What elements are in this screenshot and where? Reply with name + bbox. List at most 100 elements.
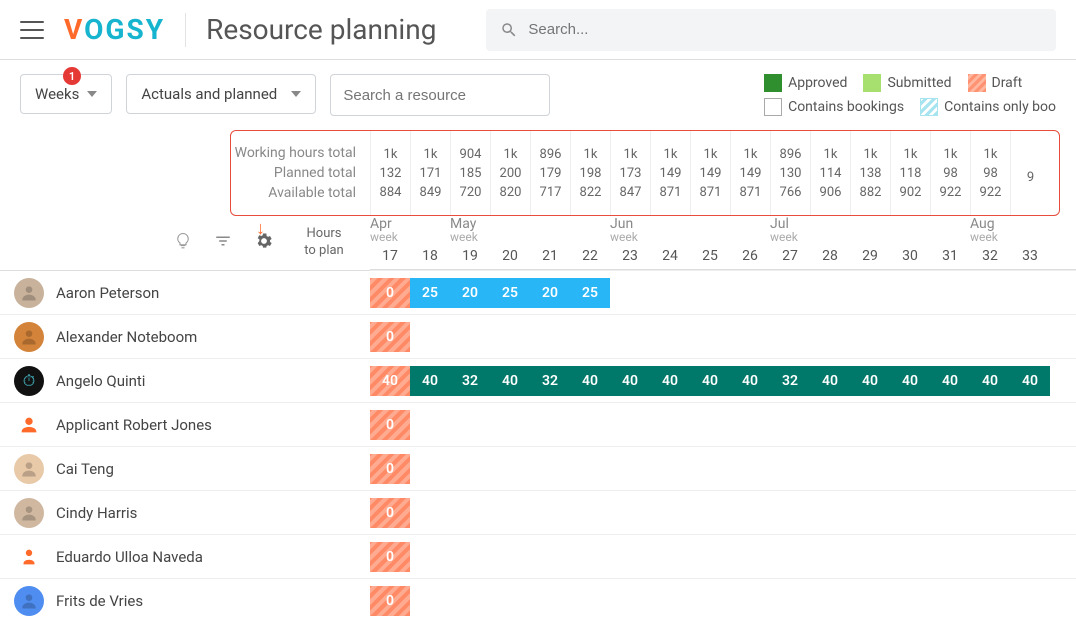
booking-cell[interactable]: 25 (410, 278, 450, 308)
week-sublabel: week (770, 230, 798, 244)
resource-row[interactable]: Cai Teng (0, 446, 370, 490)
bulb-icon[interactable] (174, 232, 192, 255)
booking-cell[interactable]: 40 (890, 366, 930, 396)
resource-row[interactable]: Cindy Harris (0, 490, 370, 534)
totals-column: 9 (1010, 130, 1050, 216)
resource-row[interactable]: Alexander Noteboom (0, 314, 370, 358)
hours-to-plan-cell[interactable]: 0 (370, 410, 410, 440)
working-hours-total-label: Working hours total (235, 145, 356, 161)
booking-cell[interactable]: 40 (930, 366, 970, 396)
totals-column: 1k98922 (970, 130, 1010, 216)
week-number: 28 (810, 242, 850, 269)
booking-cell[interactable]: 40 (610, 366, 650, 396)
week-number: 17 (370, 242, 410, 269)
resource-row[interactable]: Frits de Vries (0, 578, 370, 622)
booking-cell[interactable]: 40 (730, 366, 770, 396)
avatar (14, 278, 44, 308)
totals-column: 896130766 (770, 130, 810, 216)
avatar (14, 410, 44, 440)
resource-name: Cindy Harris (56, 504, 137, 522)
booking-cell[interactable]: 32 (770, 366, 810, 396)
hours-to-plan-cell[interactable]: 0 (370, 586, 410, 616)
resource-row[interactable]: ⏱Angelo Quinti (0, 358, 370, 402)
totals-column: 1k98922 (930, 130, 970, 216)
booking-cell[interactable]: 20 (530, 278, 570, 308)
totals-column: 1k138882 (850, 130, 890, 216)
hours-to-plan-cell[interactable]: 0 (370, 278, 410, 308)
available-total-label: Available total (268, 185, 356, 201)
global-search-input[interactable] (528, 21, 1042, 38)
booking-cell[interactable]: 20 (450, 278, 490, 308)
booking-cell[interactable]: 40 (1010, 366, 1050, 396)
hours-to-plan-cell[interactable]: 0 (370, 542, 410, 572)
booking-cell[interactable]: 40 (970, 366, 1010, 396)
weeks-dropdown[interactable]: 1 Weeks (20, 74, 112, 114)
avatar (14, 322, 44, 352)
totals-column: 1k171849 (410, 130, 450, 216)
avatar: ⏱ (14, 366, 44, 396)
global-search[interactable] (486, 9, 1056, 51)
booking-cell[interactable]: 40 (690, 366, 730, 396)
booking-cell[interactable]: 40 (850, 366, 890, 396)
filter-icon[interactable] (214, 232, 232, 255)
legend-submitted: Submitted (863, 74, 951, 92)
week-number: 19 (450, 242, 490, 269)
booking-cell[interactable]: 40 (570, 366, 610, 396)
week-number: 30 (890, 242, 930, 269)
resource-row[interactable]: Aaron Peterson (0, 270, 370, 314)
resource-data-row: 0 (370, 534, 1076, 578)
resource-search[interactable] (330, 74, 550, 116)
week-number: 20 (490, 242, 530, 269)
week-number: 27 (770, 242, 810, 269)
hours-to-plan-cell[interactable]: 0 (370, 454, 410, 484)
resource-name: Applicant Robert Jones (56, 416, 212, 434)
legend-contains-only: Contains only boo (920, 98, 1056, 116)
week-number: 29 (850, 242, 890, 269)
week-sublabel: week (370, 230, 398, 244)
resource-name: Alexander Noteboom (56, 328, 197, 346)
page-title: Resource planning (206, 13, 436, 46)
totals-column: 896179717 (530, 130, 570, 216)
resource-name: Cai Teng (56, 460, 114, 478)
booking-cell[interactable]: 40 (650, 366, 690, 396)
booking-cell[interactable]: 32 (450, 366, 490, 396)
booking-cell[interactable]: 32 (530, 366, 570, 396)
resource-row[interactable]: Eduardo Ulloa Naveda (0, 534, 370, 578)
mode-label: Actuals and planned (141, 85, 277, 103)
mode-dropdown[interactable]: Actuals and planned (126, 74, 316, 114)
resource-data-row: 4040324032404040404032404040404040 (370, 358, 1076, 402)
booking-cell[interactable]: 25 (570, 278, 610, 308)
totals-column: 1k132884 (370, 130, 410, 216)
legend-approved: Approved (764, 74, 847, 92)
booking-cell[interactable]: 40 (490, 366, 530, 396)
logo-rest: OGSY (84, 13, 165, 46)
totals-column: 904185720 (450, 130, 490, 216)
totals-column: 1k198822 (570, 130, 610, 216)
hours-to-plan-cell[interactable]: 0 (370, 498, 410, 528)
booking-cell[interactable]: 40 (810, 366, 850, 396)
legend-contains-bookings: Contains bookings (764, 98, 904, 116)
menu-icon[interactable] (20, 21, 44, 39)
legend-draft: Draft (968, 74, 1023, 92)
week-number: 26 (730, 242, 770, 269)
caret-down-icon (87, 91, 97, 97)
totals-column: 1k200820 (490, 130, 530, 216)
hours-to-plan-cell[interactable]: 0 (370, 322, 410, 352)
week-number: 22 (570, 242, 610, 269)
booking-cell[interactable]: 40 (410, 366, 450, 396)
resource-search-input[interactable] (343, 87, 542, 104)
avatar (14, 454, 44, 484)
logo[interactable]: VOGSY (64, 13, 165, 46)
totals-column: 1k149871 (690, 130, 730, 216)
resource-row[interactable]: Applicant Robert Jones (0, 402, 370, 446)
booking-cell[interactable]: 25 (490, 278, 530, 308)
search-icon (500, 21, 518, 39)
week-number: 32 (970, 242, 1010, 269)
week-sublabel: week (610, 230, 638, 244)
totals-column: 1k118902 (890, 130, 930, 216)
resource-name: Frits de Vries (56, 592, 143, 610)
planned-total-label: Planned total (274, 165, 356, 181)
week-number: 33 (1010, 242, 1050, 269)
week-number: 21 (530, 242, 570, 269)
hours-to-plan-cell[interactable]: 40 (370, 366, 410, 396)
